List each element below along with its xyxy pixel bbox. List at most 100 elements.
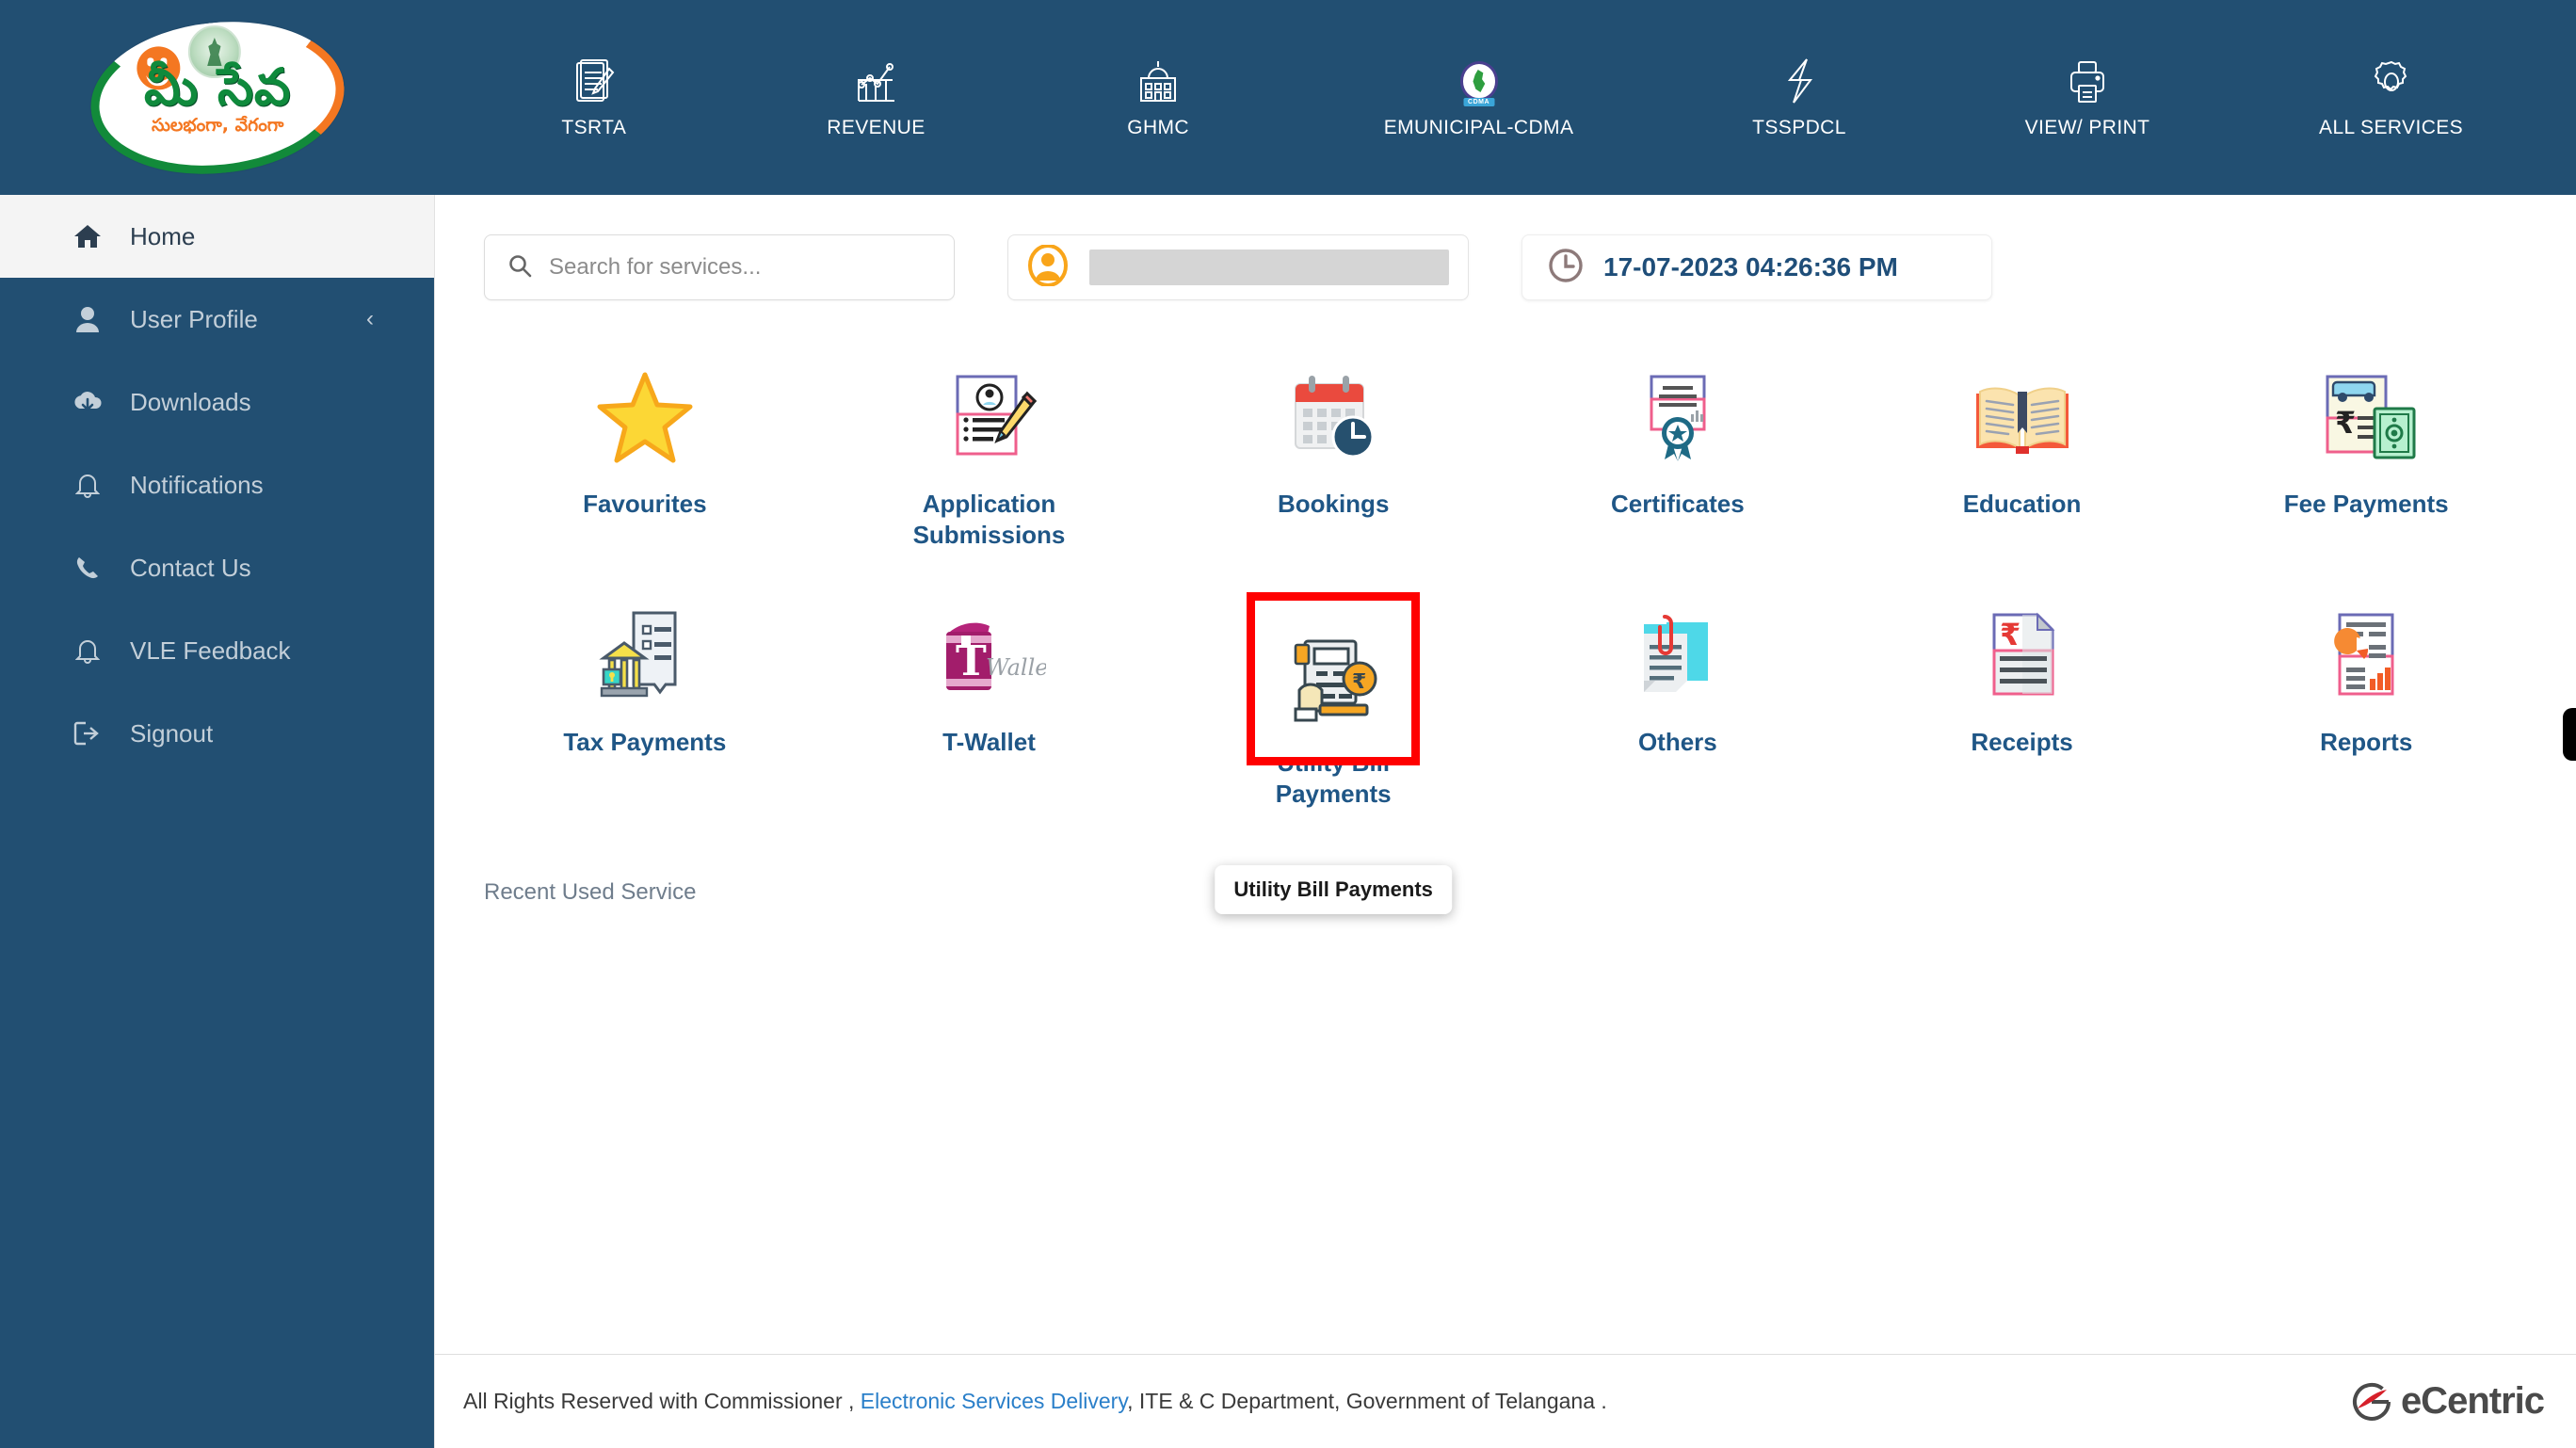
- nav-item-tsrta[interactable]: TSRTA: [538, 56, 651, 139]
- bell-icon: [72, 472, 104, 498]
- brand-logo[interactable]: మీ సేవ సులభంగా, వేగంగా: [0, 0, 434, 195]
- star-icon: [584, 362, 706, 474]
- phone-icon: [72, 555, 104, 581]
- svg-text:₹: ₹: [2335, 405, 2356, 441]
- meeseva-portal-page: మీ సేవ సులభంగా, వేగంగా TSRTA REVENUE GHM…: [0, 0, 2576, 1448]
- tile-certificates[interactable]: Certificates: [1505, 359, 1850, 552]
- sidebar-navigation: Home User Profile ‹ Downloads Notificati…: [0, 195, 434, 1448]
- footer-copyright: All Rights Reserved with Commissioner , …: [463, 1389, 1607, 1414]
- chevron-left-icon[interactable]: ‹: [366, 306, 374, 332]
- tile-label: Reports: [2320, 727, 2413, 756]
- nav-label: TSSPDCL: [1752, 117, 1846, 138]
- tile-label: Certificates: [1611, 490, 1745, 518]
- printer-icon: [2067, 56, 2108, 105]
- sidebar-item-contact-us[interactable]: Contact Us: [0, 526, 434, 609]
- receipt-icon: ₹: [1961, 601, 2084, 712]
- tile-utility-bill-payments[interactable]: ₹ Utility Bill Payments Utility Bill Pay…: [1161, 591, 1505, 914]
- application-form-icon: [928, 362, 1051, 474]
- document-pencil-icon: [573, 56, 615, 105]
- tile-favourites[interactable]: Favourites: [473, 359, 817, 552]
- sidebar-item-notifications[interactable]: Notifications: [0, 443, 434, 526]
- sidebar-item-label: Home: [130, 221, 196, 250]
- user-info-box[interactable]: [1007, 234, 1469, 300]
- sidebar-item-label: Contact Us: [130, 553, 251, 582]
- tile-education[interactable]: Education: [1850, 359, 2195, 552]
- paperclip-document-icon: [1617, 601, 1739, 712]
- nav-label: VIEW/ PRINT: [2024, 117, 2150, 138]
- sidebar-item-vle-feedback[interactable]: VLE Feedback: [0, 609, 434, 692]
- nav-label: REVENUE: [827, 117, 926, 138]
- main-toolbar: 17-07-2023 04:26:36 PM: [435, 195, 2576, 300]
- footer-link-esd[interactable]: Electronic Services Delivery: [861, 1389, 1127, 1413]
- ecentric-wordmark: eCentric: [2400, 1380, 2545, 1422]
- service-tiles: Favourites Application Submissions Booki…: [435, 300, 2576, 914]
- sidebar-item-user-profile[interactable]: User Profile ‹: [0, 278, 434, 361]
- tile-others[interactable]: Others: [1505, 597, 1850, 811]
- nav-item-emunicipal-cdma[interactable]: CDMA EMUNICIPAL-CDMA: [1384, 56, 1574, 139]
- tile-label: Bookings: [1277, 490, 1390, 518]
- tile-tax-payments[interactable]: Tax Payments: [473, 597, 817, 811]
- tile-t-wallet[interactable]: T Wallet T-Wallet: [817, 597, 1162, 811]
- svg-text:₹: ₹: [1352, 670, 1366, 694]
- tile-label: T-Wallet: [942, 727, 1036, 756]
- logo-primary-text: మీ సేవ: [143, 56, 291, 117]
- tooltip-utility-bill-payments: Utility Bill Payments: [1215, 864, 1452, 914]
- tile-reports[interactable]: Reports: [2194, 597, 2538, 811]
- search-box[interactable]: [484, 234, 955, 300]
- ecentric-logo-icon: eCentric: [2348, 1378, 2545, 1425]
- sidebar-item-label: Signout: [130, 718, 214, 748]
- clock-icon: [1547, 247, 1585, 289]
- svg-text:Wallet: Wallet: [986, 654, 1046, 681]
- datetime-box: 17-07-2023 04:26:36 PM: [1521, 234, 1992, 300]
- footer-text-before: All Rights Reserved with Commissioner ,: [463, 1389, 861, 1413]
- report-chart-icon: [2305, 601, 2427, 712]
- certificate-icon: [1617, 362, 1739, 474]
- utility-bill-icon: ₹: [1247, 591, 1421, 765]
- svg-text:T: T: [956, 637, 987, 685]
- government-building-icon: [1135, 56, 1181, 105]
- calendar-clock-icon: [1272, 362, 1394, 474]
- tile-label: Education: [1962, 490, 2082, 518]
- nav-item-ghmc[interactable]: GHMC: [1102, 56, 1215, 139]
- tile-label: Favourites: [583, 490, 707, 518]
- tile-receipts[interactable]: ₹ Receipts: [1850, 597, 2195, 811]
- nav-label: EMUNICIPAL-CDMA: [1383, 117, 1574, 138]
- cdma-emblem-icon: CDMA: [1458, 56, 1500, 106]
- tile-label: Receipts: [1971, 727, 2073, 756]
- search-icon: [507, 253, 532, 282]
- edge-drawer-handle[interactable]: [2563, 708, 2576, 761]
- lightning-bolt-icon: [1780, 56, 1818, 105]
- top-navigation: TSRTA REVENUE GHMC CDMA EMUNICIPAL-CDMA …: [434, 0, 2576, 195]
- tile-row-2: Tax Payments T Wallet: [473, 552, 2538, 914]
- sidebar-item-signout[interactable]: Signout: [0, 692, 434, 775]
- tile-row-1: Favourites Application Submissions Booki…: [473, 359, 2538, 552]
- fee-payment-icon: ₹: [2305, 362, 2427, 474]
- t-wallet-icon: T Wallet: [928, 601, 1051, 712]
- tile-label: Tax Payments: [563, 727, 727, 756]
- sidebar-item-downloads[interactable]: Downloads: [0, 361, 434, 443]
- tax-bank-icon: [584, 601, 706, 712]
- tile-bookings[interactable]: Bookings: [1161, 359, 1505, 552]
- page-body: Home User Profile ‹ Downloads Notificati…: [0, 195, 2576, 1448]
- cdma-ribbon-label: CDMA: [1463, 98, 1495, 106]
- nav-item-tsspdcl[interactable]: TSSPDCL: [1743, 56, 1856, 139]
- nav-item-all-services[interactable]: ALL SERVICES: [2319, 56, 2463, 139]
- open-book-icon: [1961, 362, 2084, 474]
- chart-growth-icon: [855, 56, 896, 105]
- tile-application-submissions[interactable]: Application Submissions: [817, 359, 1162, 552]
- tile-fee-payments[interactable]: ₹ Fee Payments: [2194, 359, 2538, 552]
- recent-used-service-label: Recent Used Service: [484, 879, 697, 906]
- logo-tagline: సులభంగా, వేగంగా: [151, 114, 283, 136]
- nav-item-revenue[interactable]: REVENUE: [819, 56, 932, 139]
- page-footer: All Rights Reserved with Commissioner , …: [435, 1354, 2576, 1448]
- nav-item-view-print[interactable]: VIEW/ PRINT: [2025, 56, 2150, 139]
- sidebar-item-label: Downloads: [130, 387, 251, 416]
- tile-label: Application Submissions: [912, 490, 1066, 550]
- user-name-redacted: [1089, 249, 1449, 285]
- search-input[interactable]: [549, 254, 931, 281]
- svg-text:₹: ₹: [2000, 617, 2021, 652]
- home-icon: [72, 223, 104, 249]
- datetime-text: 17-07-2023 04:26:36 PM: [1603, 252, 1898, 282]
- main-content: 17-07-2023 04:26:36 PM Favourites: [434, 195, 2576, 1448]
- sidebar-item-home[interactable]: Home: [0, 195, 434, 278]
